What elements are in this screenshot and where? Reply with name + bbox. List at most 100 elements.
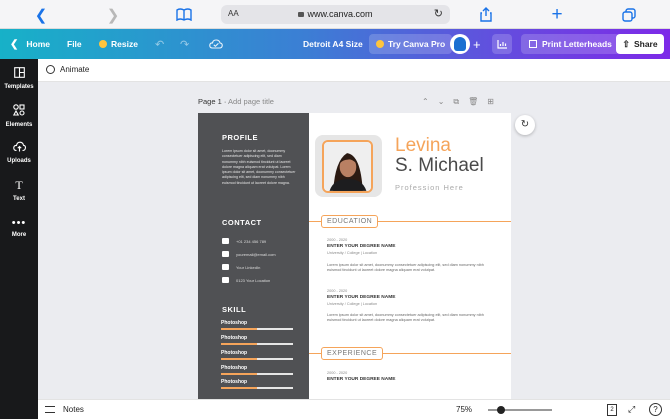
zoom-level[interactable]: 75% [456,405,472,414]
skill-bar [221,373,293,375]
file-menu-button[interactable]: File [67,29,82,59]
print-label: Print Letterheads [542,39,612,49]
move-up-icon[interactable]: ⌃ [422,97,429,107]
resume-sidebar: PROFILE Lorem ipsum dolor sit amet, doon… [198,113,309,402]
avatar[interactable] [450,34,470,54]
contact-text: 0123 Your Location [236,277,271,283]
reload-icon[interactable]: ↻ [434,7,443,20]
sidebar-item-label: Uploads [7,158,31,164]
print-letterheads-button[interactable]: Print Letterheads [521,34,620,54]
skill-label: Photoshop [221,320,248,326]
skill-bar-fill [221,358,257,360]
notes-icon [45,406,55,413]
editor-header: ❮ Home File Resize ↶ ↷ Detroit A4 Size Tr… [0,29,670,59]
more-dots-icon: ••• [11,217,27,229]
contact-text: +01 234 456 789 [236,238,267,244]
page-count-button[interactable]: 2 [607,404,617,416]
skill-bar [221,343,293,345]
user-icon [454,37,466,51]
fullscreen-icon[interactable]: ⤢ [628,404,635,415]
move-down-icon[interactable]: ⌄ [438,97,445,107]
education-school: University / College | Location [327,302,378,306]
experience-date: 2000 - 2020 [327,371,348,375]
templates-icon [0,67,38,81]
insights-icon[interactable] [492,34,512,54]
education-school: University / College | Location [327,251,378,255]
sidebar-item-label: More [11,232,27,238]
skill-bar [221,358,293,360]
sidebar-item-templates[interactable]: Templates [0,67,38,90]
duplicate-page-icon[interactable]: ⧉ [453,97,459,107]
upload-icon: ⇧ [622,38,630,49]
contact-heading: CONTACT [222,218,262,227]
address-bar[interactable]: AA www.canva.com ↻ [221,5,450,24]
try-pro-label: Try Canva Pro [388,39,446,49]
education-description: Lorem ipsum dolor sit amet, doonummy con… [327,263,484,272]
first-name: Levina [395,135,451,156]
resize-button[interactable]: Resize [99,29,138,59]
lock-icon [298,12,305,17]
refresh-icon[interactable]: ↻ [515,115,535,135]
last-name: S. Michael [395,155,484,176]
upload-cloud-icon [0,141,38,155]
resize-label: Resize [111,39,138,49]
sidebar-item-more[interactable]: ••• More [0,217,38,238]
education-degree: ENTER YOUR DEGREE NAME [327,244,396,249]
tabs-icon[interactable] [621,4,637,25]
skill-bar-fill [221,373,257,375]
notes-label: Notes [63,405,84,414]
contact-text: youremail@email.com [236,251,276,257]
page-tools: ⌃ ⌄ ⧉ 🗑 ⊞ [422,97,494,107]
home-icon [222,277,229,283]
contact-location: 0123 Your Location [222,277,270,283]
forward-icon[interactable]: ❯ [106,4,120,25]
skill-bar [221,328,293,330]
design-title[interactable]: Detroit A4 Size [303,29,363,59]
profile-text: Lorem ipsum dolor sit amet, doonummy con… [222,149,296,185]
skill-bar-fill [221,328,257,330]
crown-icon [376,40,384,48]
add-page-title-input[interactable]: Add page title [228,97,274,106]
education-date: 2000 - 2020 [327,238,348,242]
share-sheet-icon[interactable] [479,4,493,25]
experience-heading: EXPERIENCE [321,347,384,360]
bookmarks-icon[interactable] [175,4,193,25]
profession: Profession Here [395,183,464,192]
zoom-slider-handle[interactable] [497,406,505,414]
home-button[interactable]: ❮ Home [10,29,50,59]
try-pro-button[interactable]: Try Canva Pro [369,34,453,54]
contact-text: Your LinkedIn [236,264,261,270]
animate-label: Animate [60,65,90,74]
share-button[interactable]: ⇧ Share [616,34,664,54]
skill-label: Photoshop [221,379,248,385]
undo-icon[interactable]: ↶ [155,29,164,59]
cloud-save-icon[interactable] [209,29,223,59]
page-label: Page 1 [198,97,222,106]
help-button[interactable]: ? [649,403,662,416]
profile-photo[interactable] [322,140,373,193]
left-sidebar: Templates Elements Uploads T Text ••• More [0,59,38,419]
profile-heading: PROFILE [222,133,259,142]
page-heading: Page 1 · Add page title [198,97,274,106]
skill-bar-fill [221,387,257,389]
browser-toolbar: ❮ ❯ AA www.canva.com ↻ + [0,0,670,29]
skill-label: Photoshop [221,365,248,371]
linkedin-icon [222,264,229,270]
sidebar-item-elements[interactable]: Elements [0,104,38,128]
redo-icon[interactable]: ↷ [180,29,189,59]
sidebar-item-uploads[interactable]: Uploads [0,141,38,164]
experience-title: ENTER YOUR DEGREE NAME [327,377,396,382]
back-icon[interactable]: ❮ [34,4,48,25]
animate-button[interactable]: Animate [46,65,89,74]
add-page-icon[interactable]: ⊞ [487,97,494,107]
skill-heading: SKILL [222,305,247,314]
sidebar-item-text[interactable]: T Text [0,178,38,202]
add-collaborator-icon[interactable]: + [473,29,481,59]
skill-bar-fill [221,343,257,345]
notes-button[interactable]: Notes [45,405,84,414]
design-page[interactable]: PROFILE Lorem ipsum dolor sit amet, doon… [198,113,511,402]
new-tab-icon[interactable]: + [550,4,564,25]
education-degree: ENTER YOUR DEGREE NAME [327,295,396,300]
delete-page-icon[interactable]: 🗑 [468,97,478,107]
share-label: Share [633,39,658,49]
